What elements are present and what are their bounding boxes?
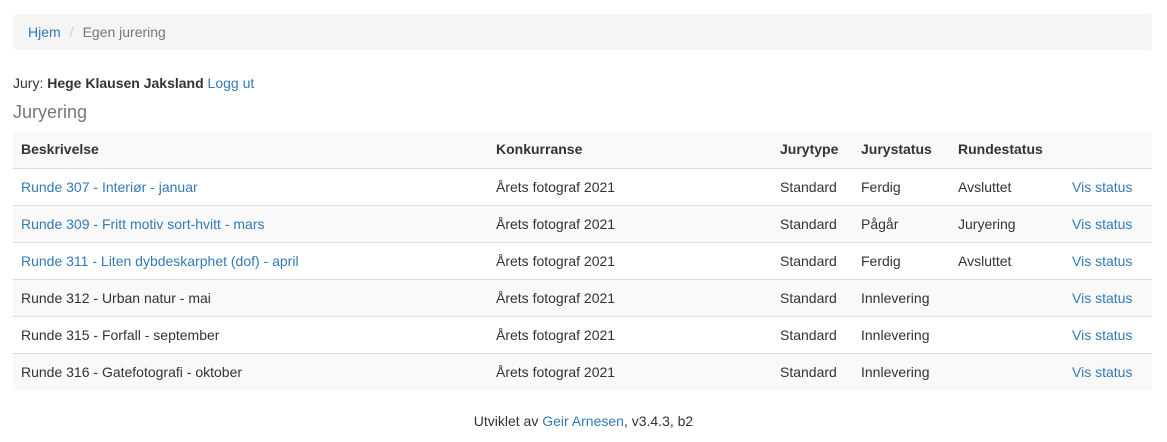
header-actions: [1064, 131, 1152, 169]
cell-action: Vis status: [1064, 241, 1152, 279]
cell-jurystatus: Innlevering: [853, 278, 950, 316]
table-row: Runde 315 - Forfall - september Årets fot…: [13, 315, 1152, 353]
cell-jurytype: Standard: [772, 241, 853, 279]
header-beskrivelse: Beskrivelse: [13, 131, 488, 169]
section-title: Juryering: [13, 102, 88, 122]
cell-beskrivelse: Runde 316 - Gatefotografi - oktober: [13, 352, 488, 390]
cell-action: Vis status: [1064, 278, 1152, 316]
cell-beskrivelse: Runde 312 - Urban natur - mai: [13, 278, 488, 316]
cell-jurytype: Standard: [772, 204, 853, 242]
cell-beskrivelse: Runde 311 - Liten dybdeskarphet (dof) - …: [13, 241, 488, 279]
cell-konkurranse: Årets fotograf 2021: [488, 352, 772, 390]
header-jurytype: Jurytype: [772, 131, 853, 169]
cell-rundestatus: [950, 278, 1064, 316]
table-row: Runde 307 - Interiør - januar Årets fotog…: [13, 167, 1152, 205]
cell-jurytype: Standard: [772, 315, 853, 353]
cell-jurystatus: Ferdig: [853, 241, 950, 279]
cell-action: Vis status: [1064, 204, 1152, 242]
cell-rundestatus: Avsluttet: [950, 167, 1064, 205]
table-row: Runde 316 - Gatefotografi - oktober Årets…: [13, 352, 1152, 390]
cell-jurystatus: Innlevering: [853, 315, 950, 353]
main-container: Hjem / Egen jurering Jury: Hege Klausen …: [13, 14, 1152, 390]
footer-author-link[interactable]: Geir Arnesen: [542, 413, 624, 429]
cell-jurystatus: Innlevering: [853, 352, 950, 390]
cell-beskrivelse: Runde 309 - Fritt motiv sort-hvitt - mar…: [13, 204, 488, 242]
cell-rundestatus: [950, 352, 1064, 390]
footer: Utviklet av Geir Arnesen, v3.4.3, b2: [0, 411, 1167, 431]
cell-konkurranse: Årets fotograf 2021: [488, 167, 772, 205]
round-link[interactable]: Runde 311 - Liten dybdeskarphet (dof) - …: [21, 253, 299, 269]
round-link[interactable]: Runde 309 - Fritt motiv sort-hvitt - mar…: [21, 216, 265, 232]
cell-jurystatus: Ferdig: [853, 167, 950, 205]
cell-konkurranse: Årets fotograf 2021: [488, 278, 772, 316]
jury-label: Jury:: [13, 75, 44, 91]
jury-table: Beskrivelse Konkurranse Jurytype Jurysta…: [13, 131, 1152, 390]
vis-status-link[interactable]: Vis status: [1072, 216, 1132, 232]
cell-rundestatus: Juryering: [950, 204, 1064, 242]
cell-jurystatus: Pågår: [853, 204, 950, 242]
vis-status-link[interactable]: Vis status: [1072, 364, 1132, 380]
cell-konkurranse: Årets fotograf 2021: [488, 315, 772, 353]
cell-rundestatus: [950, 315, 1064, 353]
cell-konkurranse: Årets fotograf 2021: [488, 241, 772, 279]
table-row: Runde 311 - Liten dybdeskarphet (dof) - …: [13, 241, 1152, 279]
cell-jurytype: Standard: [772, 352, 853, 390]
cell-jurytype: Standard: [772, 167, 853, 205]
cell-beskrivelse: Runde 307 - Interiør - januar: [13, 167, 488, 205]
table-row: Runde 309 - Fritt motiv sort-hvitt - mar…: [13, 204, 1152, 242]
footer-prefix: Utviklet av: [473, 413, 539, 429]
cell-action: Vis status: [1064, 167, 1152, 205]
vis-status-link[interactable]: Vis status: [1072, 327, 1132, 343]
table-row: Runde 312 - Urban natur - mai Årets fotog…: [13, 278, 1152, 316]
vis-status-link[interactable]: Vis status: [1072, 290, 1132, 306]
header-rundestatus: Rundestatus: [950, 131, 1064, 169]
cell-konkurranse: Årets fotograf 2021: [488, 204, 772, 242]
cell-action: Vis status: [1064, 315, 1152, 353]
jury-info: Jury: Hege Klausen Jaksland Logg ut: [13, 73, 1152, 93]
cell-rundestatus: Avsluttet: [950, 241, 1064, 279]
breadcrumb-current: Egen jurering: [82, 24, 166, 40]
vis-status-link[interactable]: Vis status: [1072, 179, 1132, 195]
header-jurystatus: Jurystatus: [853, 131, 950, 169]
breadcrumb-separator: /: [69, 24, 74, 40]
breadcrumb: Hjem / Egen jurering: [13, 14, 1152, 50]
footer-version: , v3.4.3, b2: [623, 413, 694, 429]
breadcrumb-home-link[interactable]: Hjem: [28, 24, 61, 40]
header-konkurranse: Konkurranse: [488, 131, 772, 169]
vis-status-link[interactable]: Vis status: [1072, 253, 1132, 269]
logout-link[interactable]: Logg ut: [208, 75, 255, 91]
cell-beskrivelse: Runde 315 - Forfall - september: [13, 315, 488, 353]
round-link[interactable]: Runde 307 - Interiør - januar: [21, 179, 198, 195]
jury-name: Hege Klausen Jaksland: [47, 75, 204, 91]
cell-action: Vis status: [1064, 352, 1152, 390]
cell-jurytype: Standard: [772, 278, 853, 316]
table-header-row: Beskrivelse Konkurranse Jurytype Jurysta…: [13, 131, 1152, 169]
